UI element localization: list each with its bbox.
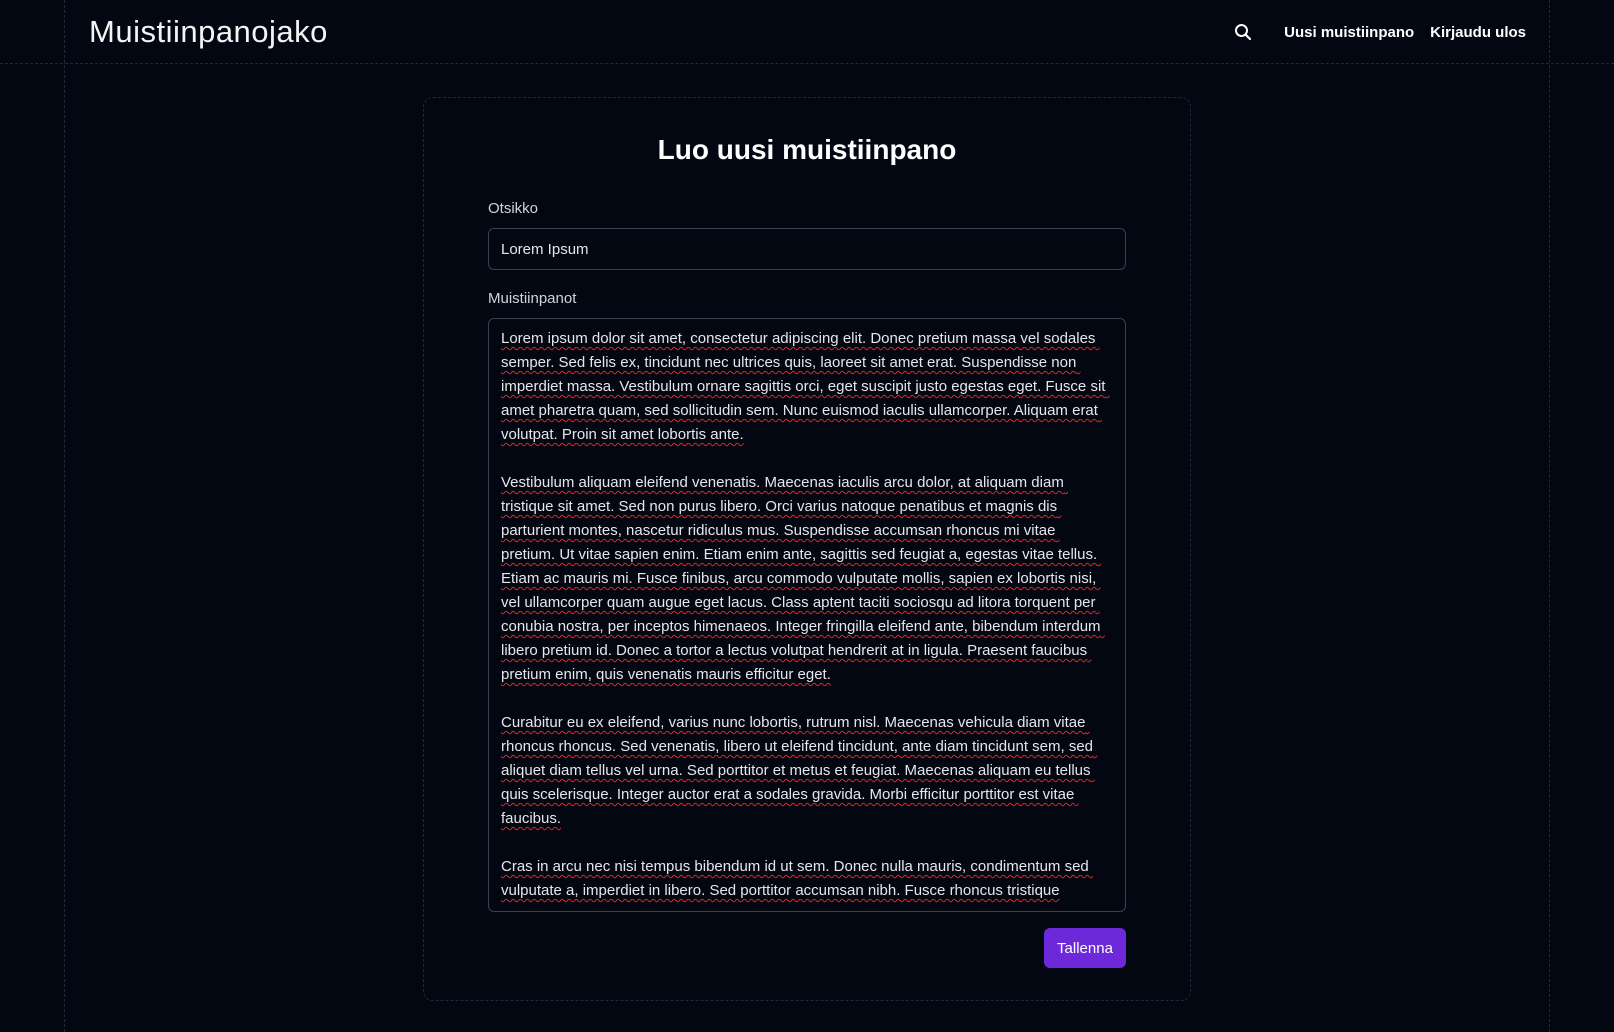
top-navbar: Muistiinpanojako Uusi muistiinpano Kirja… [0,0,1614,64]
save-button[interactable]: Tallenna [1044,928,1126,968]
search-icon[interactable] [1232,21,1254,43]
nav-links: Uusi muistiinpano Kirjaudu ulos [1232,0,1526,64]
title-label: Otsikko [488,200,539,217]
new-note-link[interactable]: Uusi muistiinpano [1284,24,1414,41]
title-input[interactable] [488,228,1126,270]
page-guide-right [1549,0,1550,1032]
notes-textarea[interactable]: Lorem ipsum dolor sit amet, consectetur … [488,318,1126,912]
notes-label: Muistiinpanot [488,290,577,307]
brand-logo[interactable]: Muistiinpanojako [89,14,328,50]
new-note-card: Luo uusi muistiinpano Otsikko Muistiinpa… [423,97,1191,1001]
logout-link[interactable]: Kirjaudu ulos [1430,24,1526,41]
page-title: Luo uusi muistiinpano [657,134,957,165]
page-guide-left [64,0,65,1032]
